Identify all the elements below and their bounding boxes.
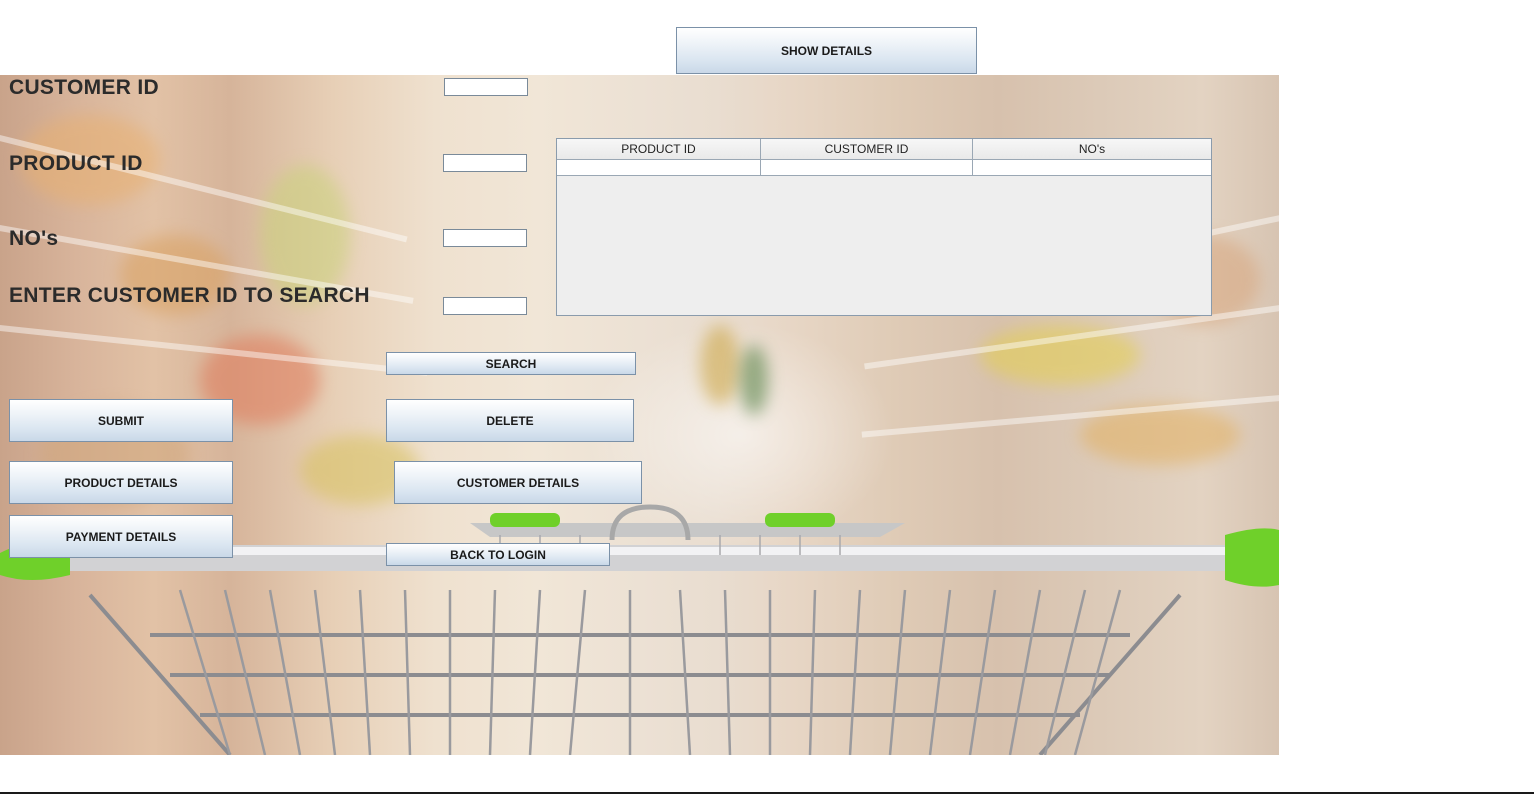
customer-id-input[interactable] — [444, 78, 528, 96]
payment-details-button[interactable]: PAYMENT DETAILS — [9, 515, 233, 558]
table-cell[interactable] — [761, 160, 973, 175]
search-customer-id-label: ENTER CUSTOMER ID TO SEARCH — [9, 284, 370, 307]
details-table[interactable]: PRODUCT ID CUSTOMER ID NO's — [556, 138, 1212, 316]
nos-label: NO's — [9, 227, 59, 250]
show-details-button[interactable]: SHOW DETAILS — [676, 27, 977, 74]
product-details-button[interactable]: PRODUCT DETAILS — [9, 461, 233, 504]
column-header-product-id[interactable]: PRODUCT ID — [557, 139, 761, 159]
table-cell[interactable] — [557, 160, 761, 175]
submit-button[interactable]: SUBMIT — [9, 399, 233, 442]
search-customer-id-input[interactable] — [443, 297, 527, 315]
customer-details-button[interactable]: CUSTOMER DETAILS — [394, 461, 642, 504]
table-header: PRODUCT ID CUSTOMER ID NO's — [557, 139, 1211, 160]
search-button[interactable]: SEARCH — [386, 352, 636, 375]
back-to-login-button[interactable]: BACK TO LOGIN — [386, 543, 610, 566]
product-id-input[interactable] — [443, 154, 527, 172]
table-row[interactable] — [557, 160, 1211, 176]
product-id-label: PRODUCT ID — [9, 152, 143, 175]
column-header-nos[interactable]: NO's — [973, 139, 1211, 159]
customer-id-label: CUSTOMER ID — [9, 76, 159, 99]
delete-button[interactable]: DELETE — [386, 399, 634, 442]
table-cell[interactable] — [973, 160, 1211, 175]
nos-input[interactable] — [443, 229, 527, 247]
column-header-customer-id[interactable]: CUSTOMER ID — [761, 139, 973, 159]
